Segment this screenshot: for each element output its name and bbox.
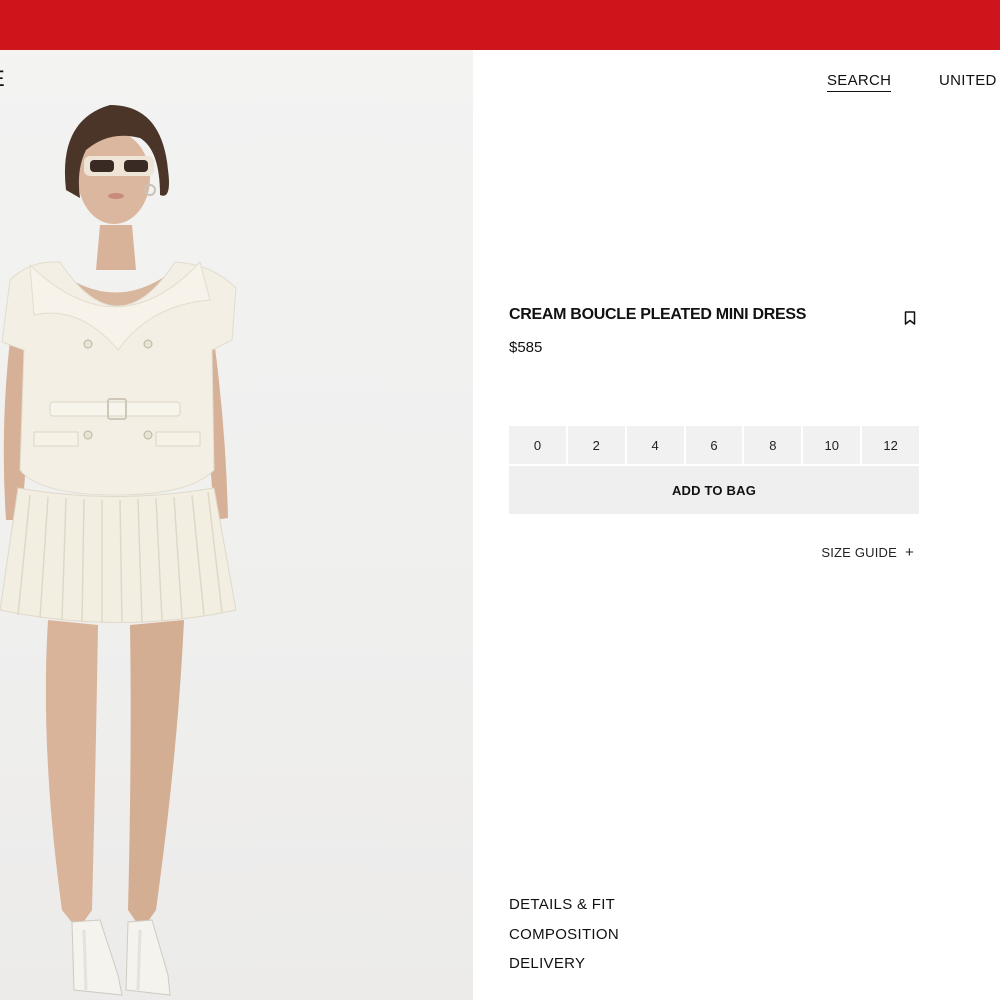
size-option-10[interactable]: 10	[803, 426, 861, 464]
size-guide-toggle[interactable]: SIZE GUIDE +	[821, 545, 914, 560]
size-option-0[interactable]: 0	[509, 426, 566, 464]
delivery-link[interactable]: DELIVERY	[509, 955, 585, 972]
add-to-bag-button[interactable]: ADD TO BAG	[509, 466, 919, 514]
product-title: CREAM BOUCLE PLEATED MINI DRESS	[509, 306, 807, 323]
promo-banner	[0, 0, 1000, 50]
size-option-8[interactable]: 8	[744, 426, 802, 464]
size-guide-label: SIZE GUIDE	[821, 545, 898, 560]
details-fit-link[interactable]: DETAILS & FIT	[509, 896, 615, 913]
model-photo	[0, 105, 237, 996]
composition-link[interactable]: COMPOSITION	[509, 926, 619, 943]
size-selector: 0 2 4 6 8 10 12	[509, 426, 920, 464]
size-option-6[interactable]: 6	[685, 426, 743, 464]
search-link[interactable]: SEARCH	[827, 72, 892, 92]
plus-icon: +	[905, 544, 914, 561]
size-option-4[interactable]: 4	[626, 426, 684, 464]
product-price: $585	[509, 339, 543, 356]
product-image[interactable]	[0, 50, 473, 1000]
region-selector[interactable]: UNITED S	[939, 72, 1000, 89]
size-option-2[interactable]: 2	[567, 426, 625, 464]
size-option-12[interactable]: 12	[862, 426, 920, 464]
brand-logo[interactable]: E	[0, 66, 6, 92]
bookmark-icon[interactable]	[904, 311, 916, 325]
